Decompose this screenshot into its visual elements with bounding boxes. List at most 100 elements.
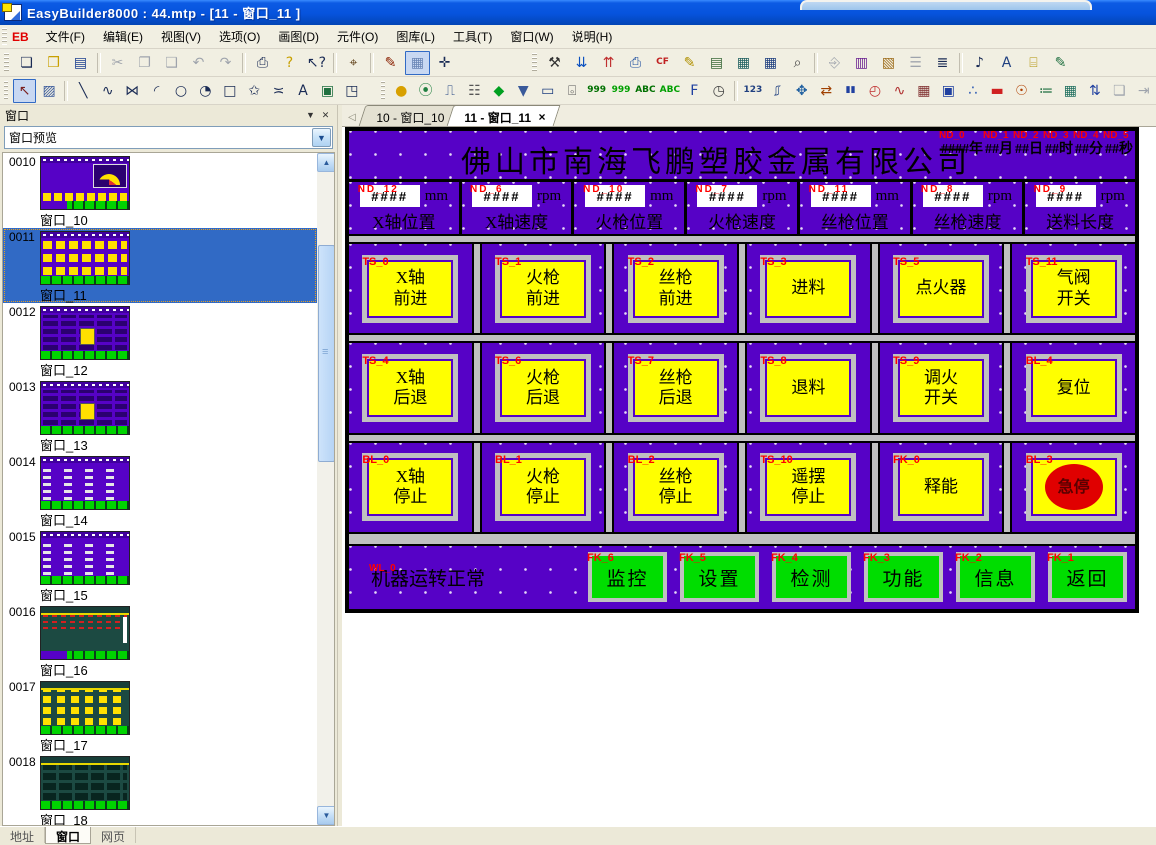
tab-window-10[interactable]: 10 - 窗口_10: [359, 105, 460, 126]
multistate-switch-icon[interactable]: ☷: [463, 79, 485, 103]
datetime-segment[interactable]: ND_1##月: [985, 131, 1013, 158]
edit-data-icon[interactable]: ✎: [677, 51, 702, 75]
numeric-display-ND_9[interactable]: ND_9####rpm送料长度: [1022, 182, 1135, 234]
font-manager-icon[interactable]: A: [994, 51, 1019, 75]
hmi-button-BL_3[interactable]: BL_3急停: [1026, 453, 1122, 521]
window-list-item-0013[interactable]: 0013窗口_13: [3, 378, 317, 453]
hmi-button-BL_0[interactable]: BL_0X轴 停止: [362, 453, 458, 521]
numeric-123-icon[interactable]: 123: [742, 79, 764, 103]
numeric-display-ND_7[interactable]: ND_7####rpm火枪速度: [684, 182, 797, 234]
save-icon[interactable]: ▤: [68, 51, 93, 75]
combo-button-icon[interactable]: ▼: [512, 79, 534, 103]
label-library-icon[interactable]: ▧: [876, 51, 901, 75]
polyline-icon[interactable]: ⋈: [121, 79, 143, 103]
hmi-button-TS_0[interactable]: TS_0X轴 前进: [362, 255, 458, 323]
numeric-value-box[interactable]: ND_11####: [811, 185, 871, 207]
word-lamp-icon[interactable]: ⦿: [414, 79, 436, 103]
bit-lamp-icon[interactable]: ●: [390, 79, 412, 103]
numeric-input-icon[interactable]: 999: [610, 79, 632, 103]
numeric-value-box[interactable]: ND_7####: [697, 185, 757, 207]
numeric-display-ND_11[interactable]: ND_11####mm丝枪位置: [797, 182, 910, 234]
numeric-display-ND_8[interactable]: ND_8####rpm丝枪速度: [910, 182, 1023, 234]
datetime-segment[interactable]: ND_0####年: [941, 131, 983, 158]
datetime-segment[interactable]: ND_5##秒: [1105, 131, 1133, 158]
print-icon[interactable]: ⎙: [250, 51, 275, 75]
machine-status-lamp[interactable]: WL_0 机器运转正常: [371, 564, 485, 591]
event-display-icon[interactable]: ≔: [1035, 79, 1057, 103]
hmi-button-BL_4[interactable]: BL_4复位: [1026, 354, 1122, 422]
function-key-icon[interactable]: ◆: [488, 79, 510, 103]
download-icon[interactable]: ⇊: [569, 51, 594, 75]
datetime-segment[interactable]: ND_2##日: [1015, 131, 1043, 158]
window-list-item-0016[interactable]: 0016窗口_16: [3, 603, 317, 678]
picture-icon[interactable]: ▣: [316, 79, 338, 103]
hi-o-switch-icon[interactable]: ⎎: [766, 79, 788, 103]
open-file-icon[interactable]: ❒: [41, 51, 66, 75]
hmi-button-TS_3[interactable]: TS_3进料: [760, 255, 856, 323]
scroll-down-icon[interactable]: ▼: [317, 806, 335, 825]
text-icon[interactable]: A: [292, 79, 314, 103]
help-icon[interactable]: ?: [277, 51, 302, 75]
nav-button-FK_3[interactable]: FK_3功能: [864, 552, 943, 602]
numeric-display-ND_12[interactable]: ND_12####mmX轴位置: [349, 182, 459, 234]
window-key-icon[interactable]: ⌻: [561, 79, 583, 103]
window-list-item-0018[interactable]: 0018窗口_18: [3, 753, 317, 825]
hmi-button-TS_9[interactable]: TS_9调火 开关: [893, 354, 989, 422]
trend-display-icon[interactable]: ∿: [888, 79, 910, 103]
object-properties-icon[interactable]: ▨: [38, 79, 60, 103]
nav-button-FK_1[interactable]: FK_1返回: [1048, 552, 1127, 602]
bezier-icon[interactable]: ∿: [96, 79, 118, 103]
memo-icon[interactable]: ✎: [1048, 51, 1073, 75]
numeric-value-box[interactable]: ND_10####: [585, 185, 645, 207]
hmi-screen[interactable]: 佛山市南海飞鹏塑胶金属有限公司 ND_0####年ND_1##月ND_2##日N…: [349, 131, 1135, 609]
moving-shape-icon[interactable]: ✥: [791, 79, 813, 103]
nav-button-FK_2[interactable]: FK_2信息: [956, 552, 1035, 602]
hmi-button-TS_4[interactable]: TS_4X轴 后退: [362, 354, 458, 422]
simulate-offline-icon[interactable]: ⇈: [596, 51, 621, 75]
combobox-dropdown-icon[interactable]: ▼: [312, 128, 331, 147]
menu-library[interactable]: 图库(L): [387, 25, 444, 48]
scheduler-icon[interactable]: ▦: [1059, 79, 1081, 103]
scroll-up-icon[interactable]: ▲: [317, 153, 335, 172]
text-input-icon[interactable]: ▭: [537, 79, 559, 103]
line-icon[interactable]: ╲: [72, 79, 94, 103]
ascii-input-icon[interactable]: ABC: [659, 79, 681, 103]
statusbar-tab-address[interactable]: 地址: [0, 827, 45, 843]
csv-export-icon[interactable]: ▤: [704, 51, 729, 75]
hmi-button-TS_10[interactable]: TS_10遥摆 停止: [760, 453, 856, 521]
brush-format-icon[interactable]: ✎: [378, 51, 403, 75]
panel-menu-icon[interactable]: ▼: [303, 108, 318, 122]
menu-options[interactable]: 选项(O): [210, 25, 269, 48]
numeric-display-ND_6[interactable]: ND_6####rpmX轴速度: [459, 182, 572, 234]
tab-close-icon[interactable]: ×: [538, 110, 545, 124]
window-list-item-0017[interactable]: 0017窗口_17: [3, 678, 317, 753]
window-list-item-0015[interactable]: 0015窗口_15: [3, 528, 317, 603]
hmi-button-TS_6[interactable]: TS_6火枪 后退: [495, 354, 591, 422]
scale-icon[interactable]: ≍: [267, 79, 289, 103]
menu-objects[interactable]: 元件(O): [328, 25, 387, 48]
ellipse-icon[interactable]: ○: [170, 79, 192, 103]
hmi-button-BL_2[interactable]: BL_2丝枪 停止: [628, 453, 724, 521]
scrollbar-thumb[interactable]: [318, 245, 335, 462]
alarm-display-icon[interactable]: ☉: [1010, 79, 1032, 103]
grid-toggle-icon[interactable]: ▦: [405, 51, 430, 75]
compile-icon[interactable]: ⚒: [542, 51, 567, 75]
window-list-item-0014[interactable]: 0014窗口_14: [3, 453, 317, 528]
canvas-area[interactable]: 佛山市南海飞鹏塑胶金属有限公司 ND_0####年ND_1##月ND_2##日N…: [342, 127, 1156, 826]
hmi-button-TS_11[interactable]: TS_11气阀 开关: [1026, 255, 1122, 323]
label-tag-icon[interactable]: ⌸: [1021, 51, 1046, 75]
window-list-item-0010[interactable]: 0010窗口_10: [3, 153, 317, 228]
menu-help[interactable]: 说明(H): [563, 25, 622, 48]
datetime-segment[interactable]: ND_3##时: [1045, 131, 1073, 158]
picture-view-icon[interactable]: ▣: [937, 79, 959, 103]
hmi-button-TS_1[interactable]: TS_1火枪 前进: [495, 255, 591, 323]
numeric-display-ND_10[interactable]: ND_10####mm火枪位置: [571, 182, 684, 234]
menu-view[interactable]: 视图(V): [152, 25, 210, 48]
eb-system-menu[interactable]: EB: [10, 28, 37, 46]
window-preview-combobox[interactable]: 窗口预览 ▼: [4, 126, 333, 149]
data-transfer-icon[interactable]: ⇅: [1084, 79, 1106, 103]
resource-list2-icon[interactable]: ≣: [930, 51, 955, 75]
arc-icon[interactable]: ◜: [145, 79, 167, 103]
numeric-value-box[interactable]: ND_8####: [923, 185, 983, 207]
select-arrow-icon[interactable]: ↖: [13, 79, 35, 103]
